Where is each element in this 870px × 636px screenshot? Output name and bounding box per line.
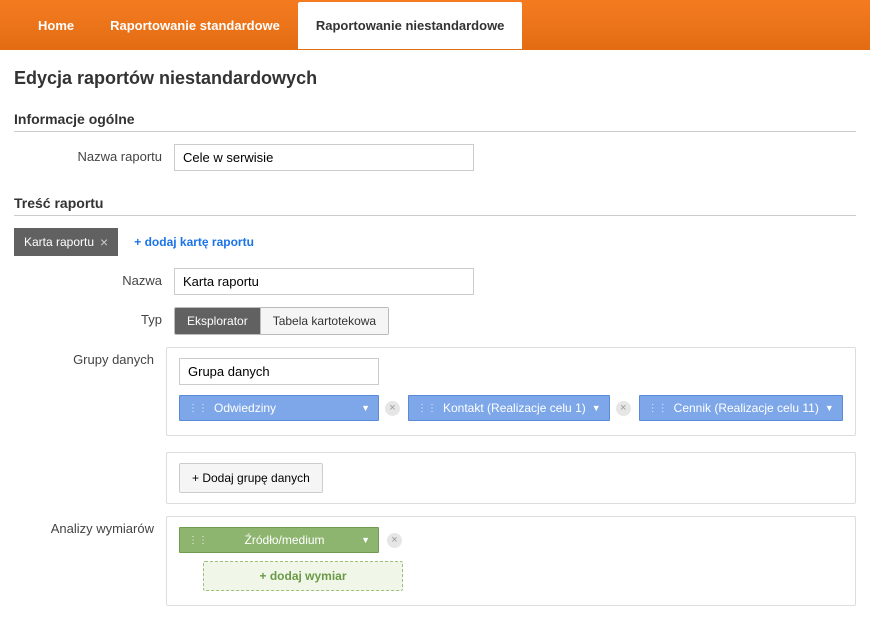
- section-general-heading: Informacje ogólne: [14, 111, 856, 132]
- metric-label: Kontakt (Realizacje celu 1): [443, 401, 586, 415]
- nav-home[interactable]: Home: [20, 2, 92, 49]
- metric-chip-goal1[interactable]: ⋮⋮ Kontakt (Realizacje celu 1) ▼: [408, 395, 610, 421]
- tab-name-input[interactable]: [174, 268, 474, 295]
- remove-dimension-button[interactable]: ×: [387, 533, 402, 548]
- metric-chip-visits[interactable]: ⋮⋮ Odwiedziny ▼: [179, 395, 379, 421]
- drag-handle-icon[interactable]: ⋮⋮: [417, 403, 437, 414]
- type-explorer-button[interactable]: Eksplorator: [175, 308, 260, 334]
- type-flat-button[interactable]: Tabela kartotekowa: [260, 308, 388, 334]
- chevron-down-icon: ▼: [361, 535, 370, 545]
- remove-metric-button[interactable]: ×: [385, 401, 400, 416]
- label-type: Typ: [14, 307, 174, 327]
- dimension-label: Źródło/medium: [245, 533, 325, 547]
- page-title: Edycja raportów niestandardowych: [14, 68, 856, 89]
- report-tab[interactable]: Karta raportu ×: [14, 228, 118, 256]
- report-tab-label: Karta raportu: [24, 235, 94, 249]
- group-name-input[interactable]: [179, 358, 379, 385]
- metric-label: Cennik (Realizacje celu 11): [674, 401, 819, 415]
- label-data-groups: Grupy danych: [14, 347, 166, 367]
- drag-handle-icon[interactable]: ⋮⋮: [188, 403, 208, 414]
- add-dimension-button[interactable]: + dodaj wymiar: [203, 561, 403, 591]
- drag-handle-icon[interactable]: ⋮⋮: [188, 535, 208, 546]
- section-content-heading: Treść raportu: [14, 195, 856, 216]
- add-group-button[interactable]: + Dodaj grupę danych: [179, 463, 323, 493]
- remove-metric-button[interactable]: ×: [616, 401, 631, 416]
- nav-custom-reporting[interactable]: Raportowanie niestandardowe: [298, 2, 523, 49]
- top-nav: Home Raportowanie standardowe Raportowan…: [0, 0, 870, 50]
- drag-handle-icon[interactable]: ⋮⋮: [648, 403, 668, 414]
- chevron-down-icon: ▼: [825, 403, 834, 413]
- report-name-input[interactable]: [174, 144, 474, 171]
- close-icon[interactable]: ×: [100, 234, 108, 250]
- dimension-chip-source-medium[interactable]: ⋮⋮ Źródło/medium ▼: [179, 527, 379, 553]
- metric-chip-goal11[interactable]: ⋮⋮ Cennik (Realizacje celu 11) ▼: [639, 395, 843, 421]
- add-group-wrap: + Dodaj grupę danych: [166, 452, 856, 504]
- dimension-box: ⋮⋮ Źródło/medium ▼ × + dodaj wymiar: [166, 516, 856, 606]
- label-report-name: Nazwa raportu: [14, 144, 174, 164]
- chevron-down-icon: ▼: [592, 403, 601, 413]
- nav-standard-reporting[interactable]: Raportowanie standardowe: [92, 2, 298, 49]
- type-toggle: Eksplorator Tabela kartotekowa: [174, 307, 389, 335]
- add-tab-link[interactable]: + dodaj kartę raportu: [134, 235, 254, 249]
- label-name: Nazwa: [14, 268, 174, 288]
- label-dimension-analysis: Analizy wymiarów: [14, 516, 166, 536]
- chevron-down-icon: ▼: [361, 403, 370, 413]
- metric-group-box: ⋮⋮ Odwiedziny ▼ × ⋮⋮ Kontakt (Realizacje…: [166, 347, 856, 436]
- metric-label: Odwiedziny: [214, 401, 276, 415]
